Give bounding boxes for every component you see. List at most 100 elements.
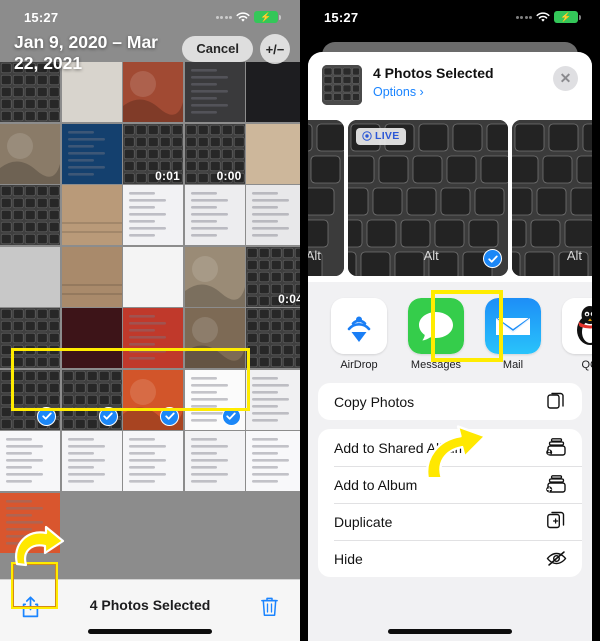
qq-icon xyxy=(562,298,592,354)
photo-thumbnail[interactable]: 0:04 xyxy=(246,246,300,307)
live-photo-badge: LIVE xyxy=(356,128,406,145)
photo-thumbnail xyxy=(246,492,300,553)
status-bar-right: 15:27 ⚡ xyxy=(300,0,600,34)
photo-thumbnail xyxy=(184,492,245,553)
photo-thumbnail[interactable] xyxy=(0,123,60,184)
photo-thumbnail xyxy=(61,492,122,553)
share-app-label: Mail xyxy=(502,359,524,371)
preview-thumbnail[interactable]: Alt xyxy=(512,120,592,276)
photo-thumbnail[interactable] xyxy=(246,308,300,368)
photo-thumbnail[interactable] xyxy=(123,369,183,430)
photo-thumbnail[interactable]: 0:00 xyxy=(184,123,245,184)
status-time: 15:27 xyxy=(24,9,59,25)
selection-status-label: 4 Photos Selected xyxy=(89,597,211,613)
photos-grid-container[interactable]: 0:01 0:00 0:04 xyxy=(0,0,300,641)
photo-thumbnail[interactable] xyxy=(123,185,183,245)
cancel-button[interactable]: Cancel xyxy=(182,36,253,62)
primary-actions-group[interactable]: Copy Photos xyxy=(318,383,582,420)
photo-thumbnail[interactable] xyxy=(184,431,245,491)
preview-thumbnail[interactable]: Alt xyxy=(308,120,344,276)
photos-app-panel: 0:01 0:00 0:04 15:27 ⚡ Jan 9, 2020 – Mar… xyxy=(0,0,300,641)
photo-thumbnail[interactable] xyxy=(0,246,60,307)
action-row-hide[interactable]: Hide xyxy=(318,540,582,577)
photo-thumbnail[interactable] xyxy=(123,308,183,368)
mail-icon xyxy=(485,298,541,354)
action-row-add-to-shared-album[interactable]: Add to Shared Album xyxy=(318,429,582,466)
share-app-airdrop[interactable]: AirDrop xyxy=(330,298,388,371)
photo-thumbnail[interactable] xyxy=(184,369,245,430)
selected-checkmark-icon xyxy=(98,406,118,426)
photo-thumbnail[interactable] xyxy=(184,185,245,245)
photo-thumbnail[interactable] xyxy=(0,492,60,553)
share-sheet-header: 4 Photos Selected Options › ✕ xyxy=(308,52,592,120)
photo-thumbnail[interactable] xyxy=(123,246,183,307)
share-app-qq[interactable]: QQ xyxy=(561,298,592,371)
selected-checkmark-icon xyxy=(221,406,241,426)
svg-text:Alt: Alt xyxy=(567,248,583,263)
status-indicators: ⚡ xyxy=(215,11,281,23)
photo-thumbnail[interactable] xyxy=(61,431,122,491)
signal-icon xyxy=(215,15,232,19)
airdrop-icon xyxy=(331,298,387,354)
share-sheet-title: 4 Photos Selected xyxy=(373,65,494,81)
wifi-icon xyxy=(536,11,550,23)
home-indicator-right xyxy=(388,629,512,634)
photo-thumbnail[interactable] xyxy=(61,185,122,245)
photo-thumbnail[interactable]: 0:01 xyxy=(123,123,183,184)
video-duration-label: 0:04 xyxy=(278,291,300,306)
home-indicator-left xyxy=(88,629,212,634)
share-sheet-panel: 15:27 ⚡ 4 Photos Selected Options › ✕ Al… xyxy=(300,0,600,641)
share-app-messages[interactable]: Messages xyxy=(407,298,465,371)
photo-thumbnail[interactable] xyxy=(123,431,183,491)
zoom-toggle-button[interactable]: +/− xyxy=(260,34,290,64)
share-sheet-titles: 4 Photos Selected Options › xyxy=(373,65,494,99)
trash-button[interactable] xyxy=(261,596,278,622)
photo-thumbnail[interactable] xyxy=(61,123,122,184)
share-sheet[interactable]: 4 Photos Selected Options › ✕ Alt Alt LIV… xyxy=(308,52,592,641)
selected-checkmark-icon xyxy=(483,249,502,268)
photo-thumbnail[interactable] xyxy=(246,123,300,184)
photos-bottom-toolbar[interactable]: 4 Photos Selected xyxy=(0,579,300,641)
photo-thumbnail[interactable] xyxy=(61,369,122,430)
options-link[interactable]: Options › xyxy=(373,85,494,99)
photo-thumbnail[interactable] xyxy=(0,431,60,491)
app-share-row[interactable]: AirDrop Messages Mail QQ xyxy=(308,282,592,383)
photo-thumbnail[interactable] xyxy=(0,369,60,430)
battery-charging-icon: ⚡ xyxy=(554,11,581,23)
photo-thumbnail[interactable] xyxy=(184,308,245,368)
status-time: 15:27 xyxy=(324,9,359,25)
photo-thumbnail[interactable] xyxy=(61,246,122,307)
action-row-duplicate[interactable]: Duplicate xyxy=(318,503,582,540)
messages-icon xyxy=(408,298,464,354)
photo-thumbnail[interactable] xyxy=(246,185,300,245)
share-app-label: AirDrop xyxy=(340,359,378,371)
photo-thumbnail[interactable] xyxy=(246,431,300,491)
photo-thumbnail[interactable] xyxy=(0,308,60,368)
action-row-add-to-album[interactable]: Add to Album xyxy=(318,466,582,503)
wifi-icon xyxy=(236,11,250,23)
action-label: Copy Photos xyxy=(334,393,415,410)
status-bar-left: 15:27 ⚡ xyxy=(0,0,300,34)
duplicate-icon xyxy=(546,511,567,532)
svg-text:Alt: Alt xyxy=(424,248,440,263)
secondary-actions-group[interactable]: Add to Shared Album Add to Album Duplicate… xyxy=(318,429,582,577)
screenshot-stage: 0:01 0:00 0:04 15:27 ⚡ Jan 9, 2020 – Mar… xyxy=(0,0,600,641)
preview-strip[interactable]: Alt Alt LIVE Alt xyxy=(308,120,592,282)
selection-thumbnail xyxy=(322,65,362,105)
close-icon[interactable]: ✕ xyxy=(553,66,578,91)
share-app-label: Messages xyxy=(410,359,462,371)
action-label: Add to Album xyxy=(334,476,418,493)
photos-header: Jan 9, 2020 – Mar 22, 2021 Cancel +/− xyxy=(0,30,300,76)
share-app-label: QQ xyxy=(581,359,592,371)
date-range-title: Jan 9, 2020 – Mar 22, 2021 xyxy=(14,32,158,73)
preview-thumbnail[interactable]: Alt LIVE xyxy=(348,120,508,276)
photo-thumbnail[interactable] xyxy=(246,369,300,430)
action-label: Add to Shared Album xyxy=(334,439,467,456)
photo-thumbnail[interactable] xyxy=(0,185,60,245)
copy-icon xyxy=(546,391,567,412)
photo-thumbnail[interactable] xyxy=(61,308,122,368)
photo-grid[interactable]: 0:01 0:00 0:04 xyxy=(0,62,300,553)
photo-thumbnail[interactable] xyxy=(184,246,245,307)
action-row-copy-photos[interactable]: Copy Photos xyxy=(318,383,582,420)
share-app-mail[interactable]: Mail xyxy=(484,298,542,371)
